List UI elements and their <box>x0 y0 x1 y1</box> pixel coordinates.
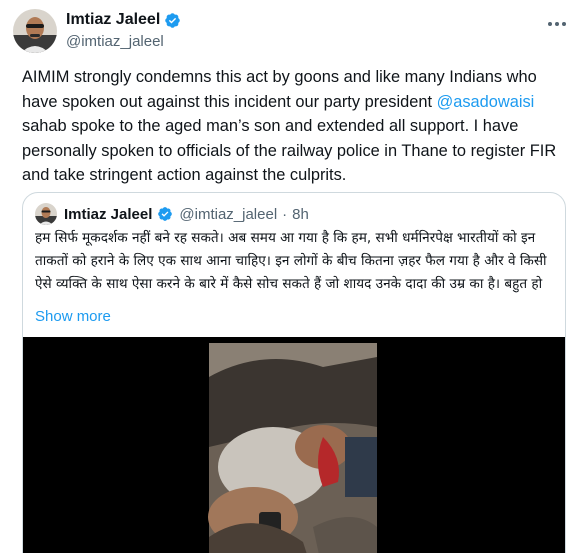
tweet-card: Imtiaz Jaleel @imtiaz_jaleel AIMIM stron… <box>0 0 584 553</box>
quoted-tweet[interactable]: Imtiaz Jaleel @imtiaz_jaleel · 8h हम सिर… <box>22 192 566 553</box>
separator-dot: · <box>282 205 288 223</box>
tweet-text-part2: sahab spoke to the aged man’s son and ex… <box>22 117 557 185</box>
quoted-tweet-header: Imtiaz Jaleel @imtiaz_jaleel · 8h <box>35 203 309 225</box>
tweet-text: AIMIM strongly condemns this act by goon… <box>22 65 570 188</box>
more-options-button[interactable] <box>544 10 570 32</box>
author-avatar[interactable] <box>13 9 57 53</box>
author-name[interactable]: Imtiaz Jaleel <box>66 11 160 29</box>
verified-badge-icon <box>164 12 181 29</box>
quoted-author-name: Imtiaz Jaleel <box>64 205 153 223</box>
more-horizontal-icon <box>547 11 567 32</box>
mention-link[interactable]: @asadowaisi <box>437 93 535 111</box>
quoted-timestamp[interactable]: 8h <box>292 206 309 223</box>
video-thumbnail[interactable] <box>23 337 565 553</box>
quoted-verified-badge-icon <box>157 206 174 223</box>
quoted-author-avatar <box>35 203 57 225</box>
quoted-author-handle: @imtiaz_jaleel <box>179 205 278 223</box>
quoted-tweet-text: हम सिर्फ मूकदर्शक नहीं बने रह सकते। अब स… <box>35 230 547 292</box>
author-handle[interactable]: @imtiaz_jaleel <box>66 33 164 50</box>
show-more-link[interactable]: Show more <box>35 308 111 325</box>
author-name-row: Imtiaz Jaleel <box>66 11 181 29</box>
